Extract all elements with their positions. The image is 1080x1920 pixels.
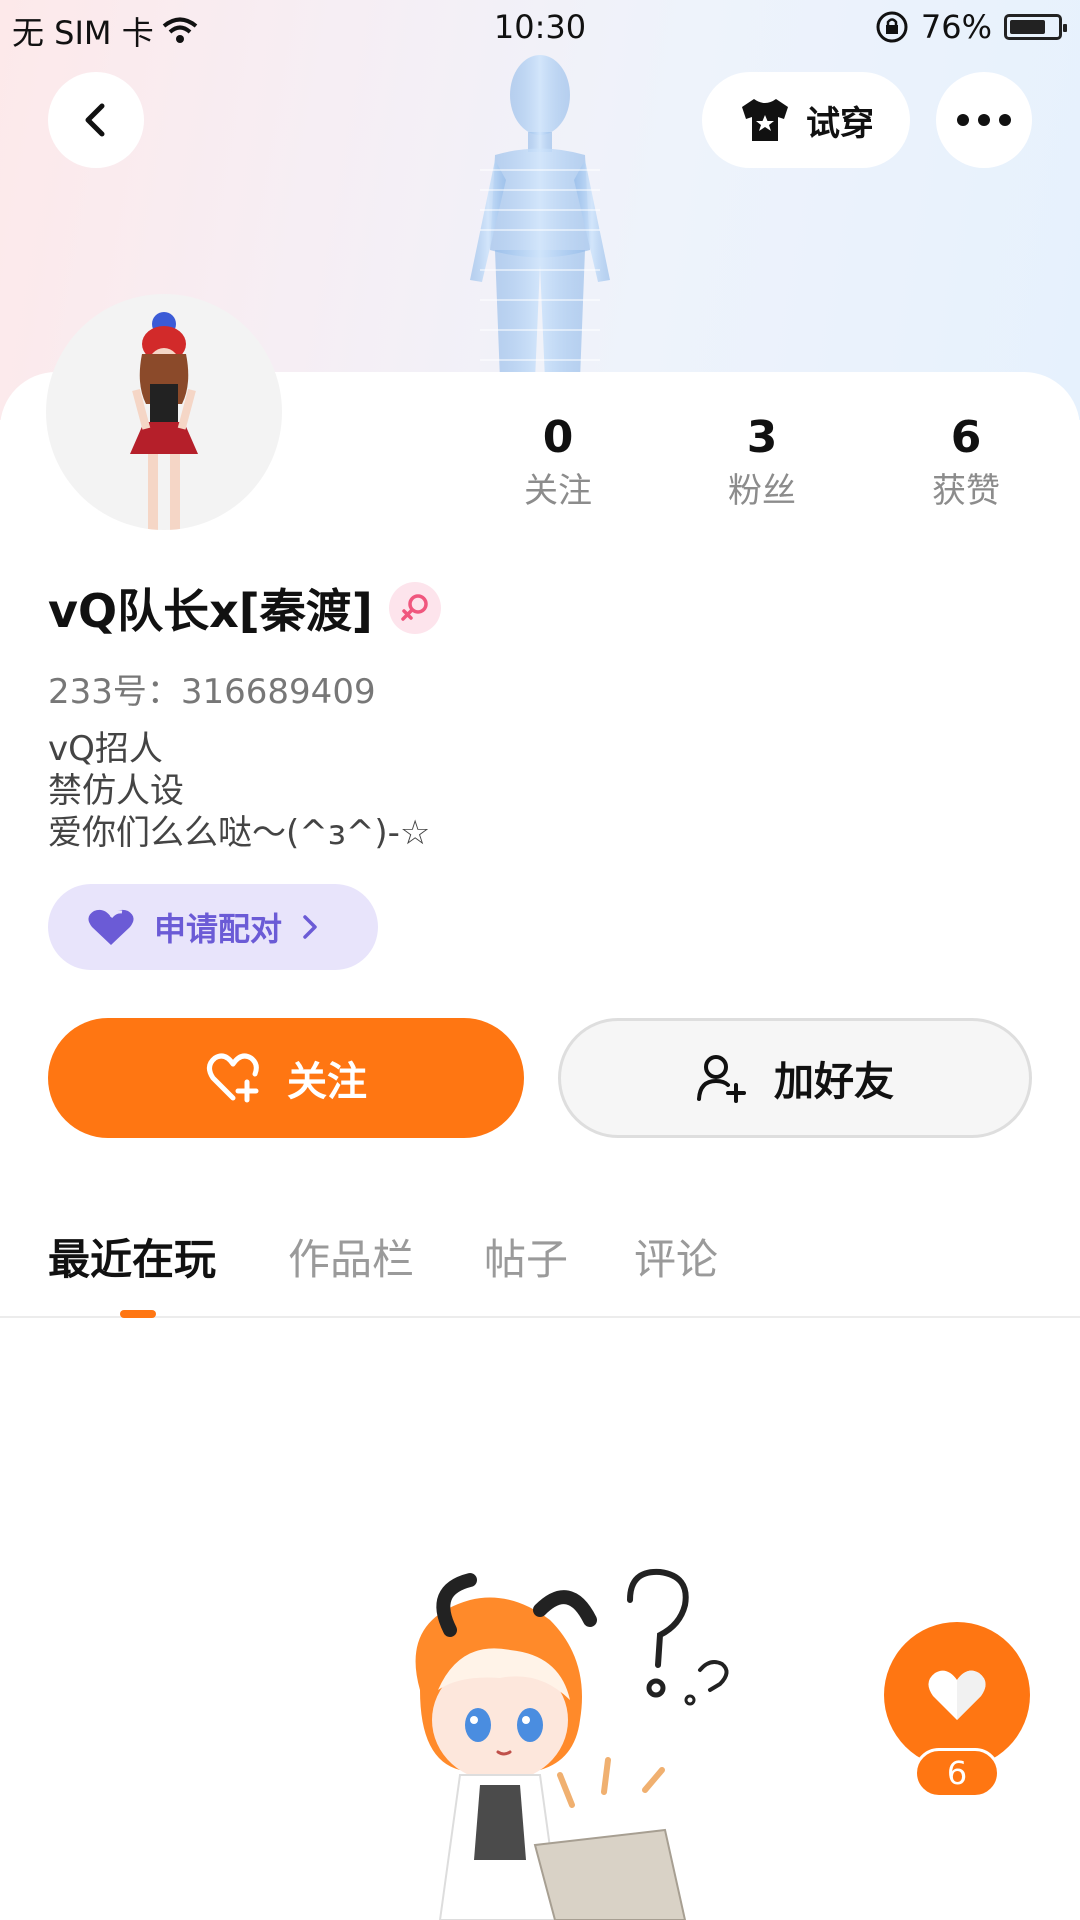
rotation-lock-icon: [876, 11, 908, 43]
tab-comments[interactable]: 评论: [634, 1226, 718, 1287]
like-button[interactable]: [884, 1622, 1030, 1768]
stat-likes[interactable]: 6 获赞: [886, 410, 1046, 516]
female-gender-icon: [388, 582, 441, 634]
nickname: vQ队长x[秦渡]: [48, 584, 373, 638]
stat-following[interactable]: 0 关注: [478, 410, 638, 516]
stat-likes-value: 6: [950, 412, 982, 463]
tab-posts[interactable]: 帖子: [484, 1226, 568, 1287]
add-friend-button[interactable]: 加好友: [558, 1018, 1032, 1138]
bio-line: 禁仿人设: [48, 771, 184, 811]
stat-following-label: 关注: [524, 471, 592, 511]
battery-icon: [1004, 14, 1067, 40]
stat-fans-value: 3: [746, 412, 778, 463]
like-count-badge: 6: [914, 1748, 1000, 1798]
follow-button[interactable]: 关注: [48, 1018, 524, 1138]
bio-line: vQ招人: [48, 729, 163, 769]
stat-fans-label: 粉丝: [728, 471, 796, 511]
follow-label: 关注: [287, 1059, 367, 1105]
stat-following-value: 0: [542, 412, 574, 463]
try-on-button[interactable]: 试穿: [702, 72, 910, 168]
chevron-right-icon: [303, 915, 317, 939]
bio-line: 爱你们么么哒～(^з^)-☆: [48, 813, 431, 853]
heart-pair-icon: [88, 909, 134, 945]
apply-pairing-label: 申请配对: [154, 910, 283, 948]
stat-likes-label: 获赞: [932, 471, 1000, 511]
chevron-left-icon: [85, 103, 105, 137]
active-tab-indicator: [120, 1310, 156, 1318]
more-options-button[interactable]: [936, 72, 1032, 168]
add-friend-label: 加好友: [774, 1059, 894, 1105]
bio: vQ招人 禁仿人设 爱你们么么哒～(^з^)-☆: [48, 728, 430, 854]
apply-pairing-button[interactable]: 申请配对: [48, 884, 378, 970]
battery-fill: [1010, 20, 1045, 34]
profile-tabs: 最近在玩 作品栏 帖子 评论: [0, 1214, 1080, 1318]
back-button[interactable]: [48, 72, 144, 168]
battery-percent: 76%: [920, 8, 992, 46]
tshirt-icon: [742, 99, 788, 141]
profile-stats: 0 关注 3 粉丝 6 获赞: [0, 410, 1080, 530]
hologram-avatar-figure: [470, 55, 610, 380]
tab-works[interactable]: 作品栏: [288, 1226, 414, 1287]
try-on-label: 试穿: [806, 103, 874, 144]
status-bar: 无 SIM 卡 10:30 76%: [0, 0, 1080, 56]
heart-icon: [928, 1670, 986, 1720]
heart-plus-icon: [207, 1053, 259, 1103]
nickname-row: vQ队长x[秦渡]: [48, 576, 441, 640]
empty-state-mascot-illustration: [415, 1568, 729, 1920]
more-dots-icon: [957, 114, 1011, 126]
add-user-icon: [697, 1055, 746, 1103]
user-id: 233号：316689409: [48, 672, 376, 712]
tab-recently-played[interactable]: 最近在玩: [48, 1226, 216, 1287]
stat-fans[interactable]: 3 粉丝: [682, 410, 842, 516]
status-bar-right: 76%: [875, 8, 1067, 46]
